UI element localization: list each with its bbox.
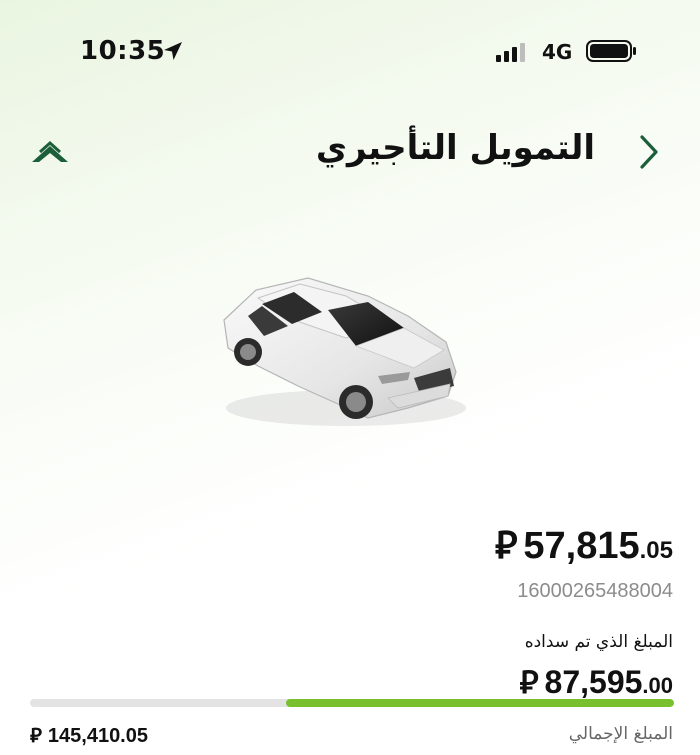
network-type: 4G <box>542 40 573 64</box>
back-button[interactable] <box>634 132 664 172</box>
account-number: 16000265488004 <box>517 580 673 602</box>
page-header: التمويل التأجيري <box>0 120 700 190</box>
car-image <box>223 277 466 426</box>
remaining-amount: ⃁ 57,815.05 <box>495 520 673 569</box>
status-time: 10:35 <box>80 36 166 66</box>
status-bar: 10:35 4G <box>0 0 700 100</box>
total-amount-value: 145,410.05 <box>47 725 148 747</box>
chevron-right-icon <box>640 135 658 169</box>
paid-amount-major: 87,595 <box>544 664 643 700</box>
bank-logo-icon <box>32 140 68 162</box>
total-amount-label: المبلغ الإجمالي <box>568 724 673 744</box>
riyal-currency-icon: ⃁ <box>519 664 539 700</box>
signal-bars-icon <box>496 43 525 62</box>
paid-amount: ⃁ 87,595.00 <box>520 660 673 702</box>
paid-amount-minor: .00 <box>642 673 673 698</box>
remaining-amount-major: 57,815 <box>523 525 640 567</box>
page-title: التمويل التأجيري <box>315 128 595 168</box>
battery-icon <box>586 40 636 62</box>
payment-progress-fill <box>286 699 674 707</box>
remaining-amount-minor: .05 <box>639 537 673 564</box>
riyal-currency-icon: ⃁ <box>494 525 518 567</box>
riyal-currency-icon: ⃁ <box>30 725 42 747</box>
total-amount: ⃁ 145,410.05 <box>30 722 148 748</box>
location-arrow-icon <box>164 42 182 60</box>
payment-progress-bar <box>30 699 674 707</box>
paid-amount-label: المبلغ الذي تم سداده <box>524 632 673 652</box>
